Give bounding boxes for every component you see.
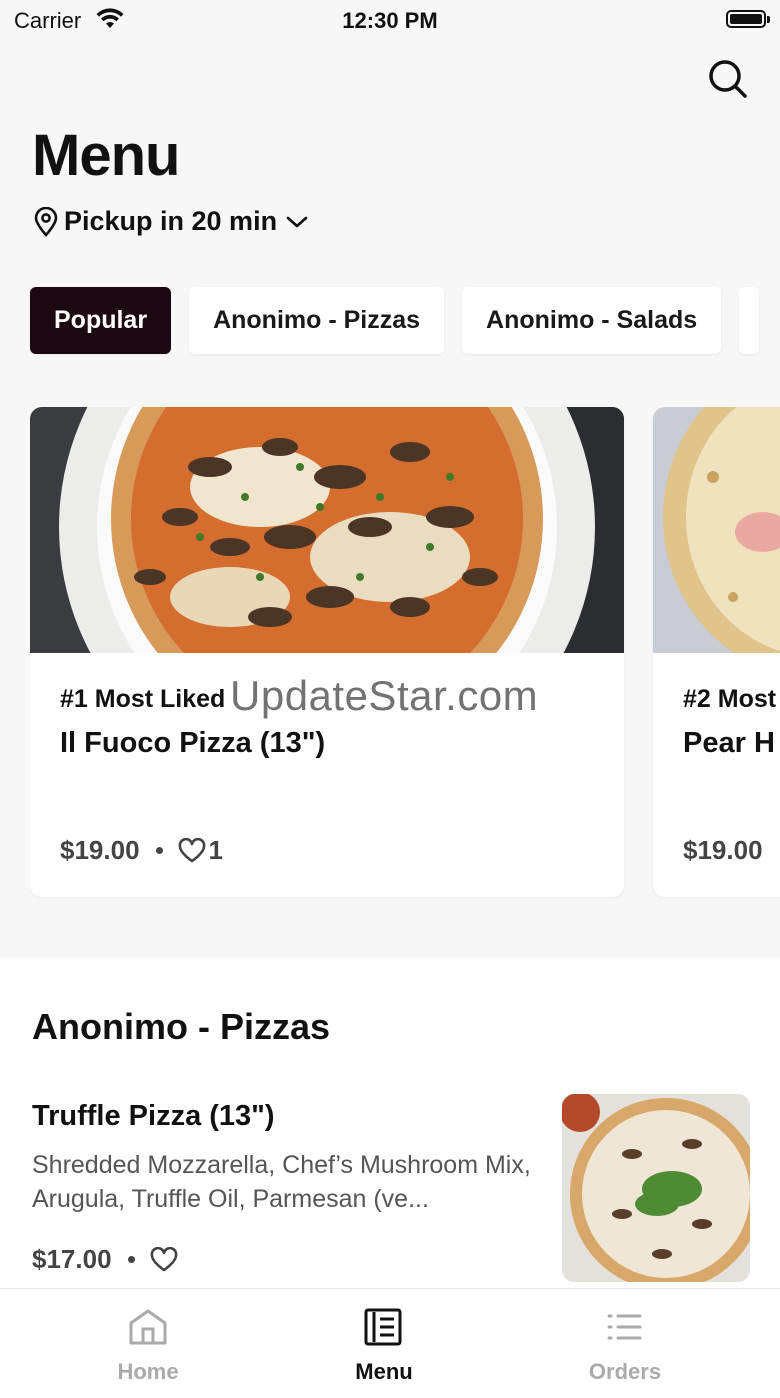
like-count: 1 [208,835,223,865]
home-icon [129,1309,167,1345]
heart-icon [178,837,205,862]
card-price: $19.00 [683,835,763,865]
nav-orders[interactable]: Orders [525,1289,725,1388]
nav-menu[interactable]: Menu [284,1289,484,1388]
category-tabs: Popular Anonimo - Pizzas Anonimo - Salad… [30,287,760,354]
bottom-navigation: Home Menu Orders [0,1288,780,1388]
heart-icon[interactable] [149,1246,179,1273]
separator-dot [155,847,163,854]
pickup-selector[interactable]: Pickup in 20 min [32,206,309,237]
pizza-image [653,407,780,653]
list-icon [607,1314,642,1340]
location-pin-icon [34,206,58,237]
tab-anonimo-salads[interactable]: Anonimo - Salads [462,287,722,354]
pizza-image [30,407,624,653]
tab-popular[interactable]: Popular [30,287,172,354]
item-image [562,1094,750,1282]
card-meta: $19.00 [683,835,763,866]
status-bar: Carrier 12:30 PM [0,0,780,44]
item-name: Truffle Pizza (13") [32,1100,275,1132]
item-price: $17.00 [32,1244,112,1274]
pickup-label: Pickup in 20 min [64,206,278,236]
item-description: Shredded Mozzarella, Chef’s Mushroom Mix… [32,1151,531,1213]
like-button[interactable]: 1 [177,835,223,866]
tab-anonimo-pizzas[interactable]: Anonimo - Pizzas [189,287,445,354]
menu-book-icon [364,1308,402,1346]
search-icon [709,60,747,98]
tab-next[interactable] [739,287,760,354]
featured-carousel: #1 Most Liked Il Fuoco Pizza (13") $19.0… [30,407,780,899]
featured-card[interactable]: #2 Most Liked Pear H $19.00 [653,407,780,897]
page-title: Menu [32,123,180,188]
nav-home-label: Home [117,1359,179,1384]
search-button[interactable] [704,56,750,102]
nav-orders-label: Orders [588,1359,662,1384]
featured-card[interactable]: #1 Most Liked Il Fuoco Pizza (13") $19.0… [30,407,624,897]
nav-home[interactable]: Home [48,1289,248,1388]
separator-dot [127,1256,135,1263]
chevron-down-icon [286,216,308,227]
clock: 12:30 PM [342,8,438,33]
card-item-name: Pear H [683,727,775,759]
card-rank-label: #1 Most Liked [60,685,226,713]
card-meta: $19.00 1 [60,835,223,866]
card-item-name: Il Fuoco Pizza (13") [60,727,326,759]
battery-icon [726,10,770,28]
card-price: $19.00 [60,835,140,865]
nav-menu-label: Menu [355,1359,413,1384]
card-rank-label: #2 Most Liked [683,685,780,713]
section-title: Anonimo - Pizzas [32,1006,331,1047]
watermark: UpdateStar.com [230,672,539,719]
item-meta: $17.00 [32,1244,179,1275]
